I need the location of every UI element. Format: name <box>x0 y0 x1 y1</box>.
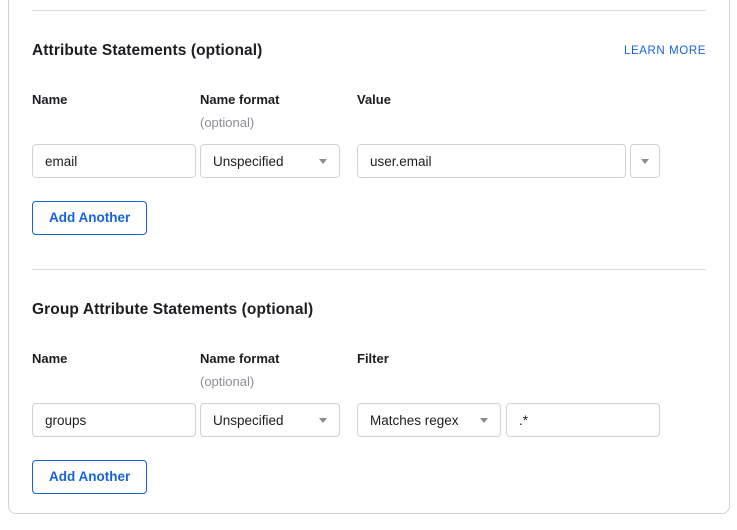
group-name-input[interactable] <box>32 403 196 437</box>
value-dropdown-button[interactable] <box>630 144 660 178</box>
name-format-column-label: Name format (optional) <box>200 93 357 130</box>
filter-value-input[interactable] <box>506 403 660 437</box>
column-labels-row: Name Name format (optional) Value <box>32 93 706 130</box>
name-format-select[interactable]: Unspecified <box>200 144 340 178</box>
section-divider <box>32 269 706 270</box>
chevron-down-icon <box>319 418 327 423</box>
section-divider <box>32 10 706 11</box>
section-heading: Group Attribute Statements (optional) <box>32 301 313 319</box>
optional-hint: (optional) <box>200 116 357 130</box>
add-another-button[interactable]: Add Another <box>32 460 147 494</box>
attribute-value-input[interactable] <box>357 144 626 178</box>
learn-more-link[interactable]: LEARN MORE <box>624 45 706 57</box>
filter-column-label: Filter <box>357 352 706 389</box>
value-field-group <box>357 144 660 178</box>
column-labels-row: Name Name format (optional) Filter <box>32 352 706 389</box>
add-another-button[interactable]: Add Another <box>32 201 147 235</box>
value-column-label: Value <box>357 93 706 130</box>
filter-field-group: Matches regex <box>357 403 660 437</box>
group-attribute-row: Unspecified Matches regex <box>32 403 706 437</box>
section-header: Group Attribute Statements (optional) <box>32 302 706 318</box>
chevron-down-icon <box>319 159 327 164</box>
section-heading: Attribute Statements (optional) <box>32 42 262 60</box>
group-name-format-select[interactable]: Unspecified <box>200 403 340 437</box>
name-format-column-label: Name format (optional) <box>200 352 357 389</box>
section-header: Attribute Statements (optional) LEARN MO… <box>32 43 706 59</box>
filter-type-select[interactable]: Matches regex <box>357 403 501 437</box>
saml-settings-content: Attribute Statements (optional) LEARN MO… <box>32 0 706 494</box>
attribute-statements-section: Attribute Statements (optional) LEARN MO… <box>32 43 706 235</box>
name-column-label: Name <box>32 352 200 389</box>
attribute-name-input[interactable] <box>32 144 196 178</box>
optional-hint: (optional) <box>200 375 357 389</box>
chevron-down-icon <box>480 418 488 423</box>
name-column-label: Name <box>32 93 200 130</box>
group-attribute-statements-section: Group Attribute Statements (optional) Na… <box>32 302 706 494</box>
chevron-down-icon <box>641 159 649 164</box>
attribute-row: Unspecified <box>32 144 706 178</box>
